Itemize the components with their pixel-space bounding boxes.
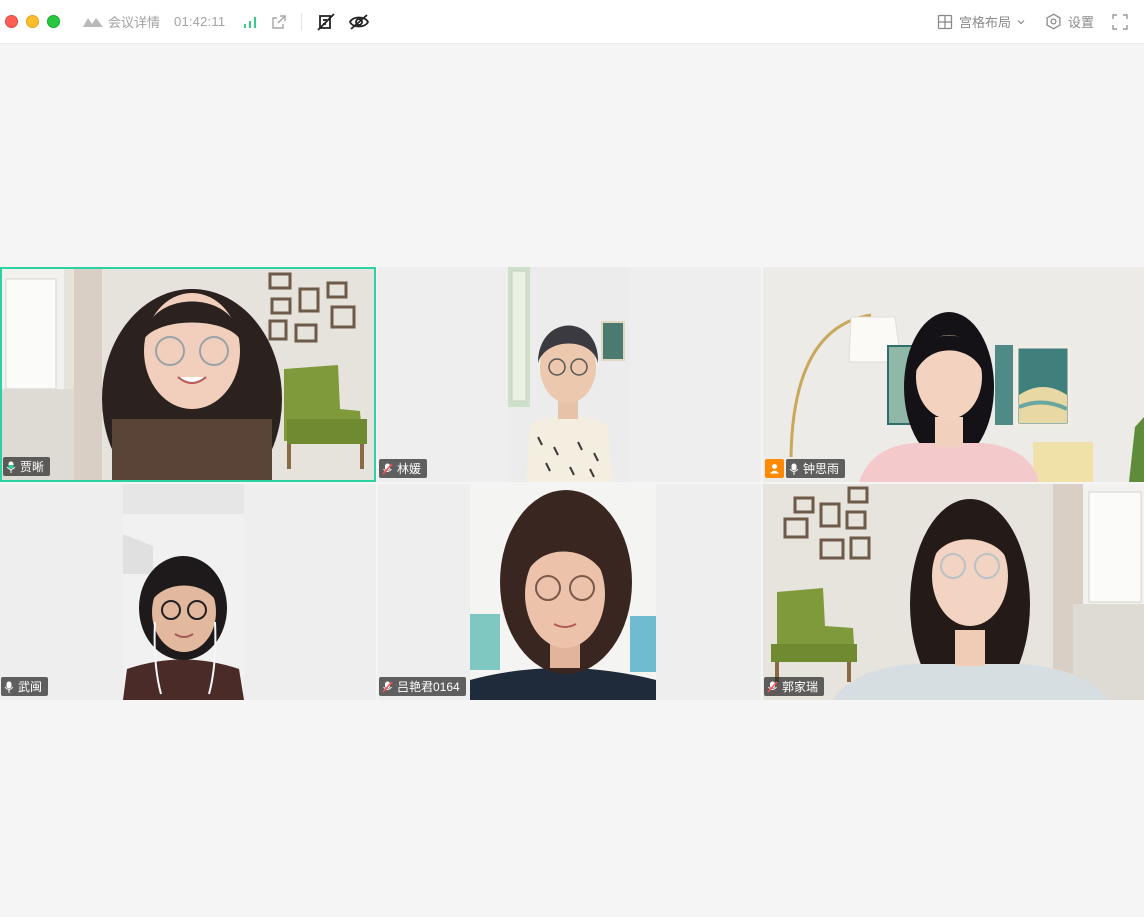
participant-nametag: 郭家瑞 (764, 677, 825, 696)
hide-view-icon[interactable] (348, 13, 370, 31)
mic-icon (789, 463, 799, 475)
gear-icon (1046, 13, 1061, 30)
participant-tile[interactable]: 贾晰 (0, 267, 376, 482)
participant-video (123, 484, 244, 700)
window-controls (5, 15, 60, 28)
fullscreen-icon[interactable] (1112, 13, 1128, 30)
participant-tile[interactable]: 钟思雨 (763, 267, 1144, 482)
participant-video (763, 267, 1144, 482)
participant-name: 林媛 (397, 462, 422, 476)
mic-muted-icon (767, 680, 778, 693)
participant-video (508, 267, 629, 482)
participant-nametag: 吕艳君0164 (379, 677, 466, 696)
grid-layout-icon (937, 14, 953, 29)
participant-tile[interactable]: 郭家瑞 (763, 484, 1144, 700)
meeting-logo-icon (82, 16, 104, 28)
meeting-details-link[interactable]: 会议详情 (108, 12, 160, 31)
participant-video (470, 484, 656, 700)
close-window-button[interactable] (5, 15, 18, 28)
grid-layout-label: 宫格布局 (958, 15, 1011, 30)
participant-name: 贾晰 (20, 460, 45, 474)
participant-tile[interactable]: 吕艳君0164 (378, 484, 761, 700)
zoom-window-button[interactable] (47, 15, 60, 28)
share-external-icon[interactable] (271, 14, 287, 30)
signal-bars-icon[interactable] (243, 16, 257, 28)
toolbar-divider (301, 12, 303, 31)
chevron-down-icon (1017, 19, 1025, 24)
recording-off-icon[interactable] (316, 12, 336, 32)
mic-muted-icon (382, 462, 393, 475)
minimize-window-button[interactable] (26, 15, 39, 28)
participant-nametag: 武闽 (1, 677, 49, 696)
meeting-timer: 01:42:11 (174, 14, 226, 29)
participant-tile[interactable]: 林媛 (378, 267, 761, 482)
participant-name: 吕艳君0164 (397, 680, 460, 694)
settings-label: 设置 (1067, 15, 1094, 30)
settings-button[interactable]: 设置 (1045, 12, 1094, 31)
participant-name: 武闽 (18, 680, 43, 694)
mic-icon (4, 681, 14, 693)
mic-speaking-icon (6, 461, 16, 473)
participant-tile[interactable]: 武闽 (0, 484, 376, 700)
participant-nametag: 林媛 (379, 459, 428, 478)
grid-layout-button[interactable]: 宫格布局 (937, 12, 1025, 31)
host-badge (765, 459, 784, 478)
participant-video (2, 269, 374, 480)
participant-name: 钟思雨 (803, 462, 840, 476)
user-icon (770, 464, 779, 474)
participant-video (763, 484, 1144, 700)
participant-nametag: 钟思雨 (786, 459, 846, 478)
participant-nametag: 贾晰 (3, 457, 51, 476)
mic-muted-icon (382, 680, 393, 693)
participant-name: 郭家瑞 (782, 680, 819, 694)
top-toolbar: 会议详情 01:42:11 宫格布局 设置 (0, 0, 1144, 44)
video-grid: 贾晰 林媛 钟思雨 武闽 吕艳君0164 郭家瑞 (0, 267, 1144, 700)
